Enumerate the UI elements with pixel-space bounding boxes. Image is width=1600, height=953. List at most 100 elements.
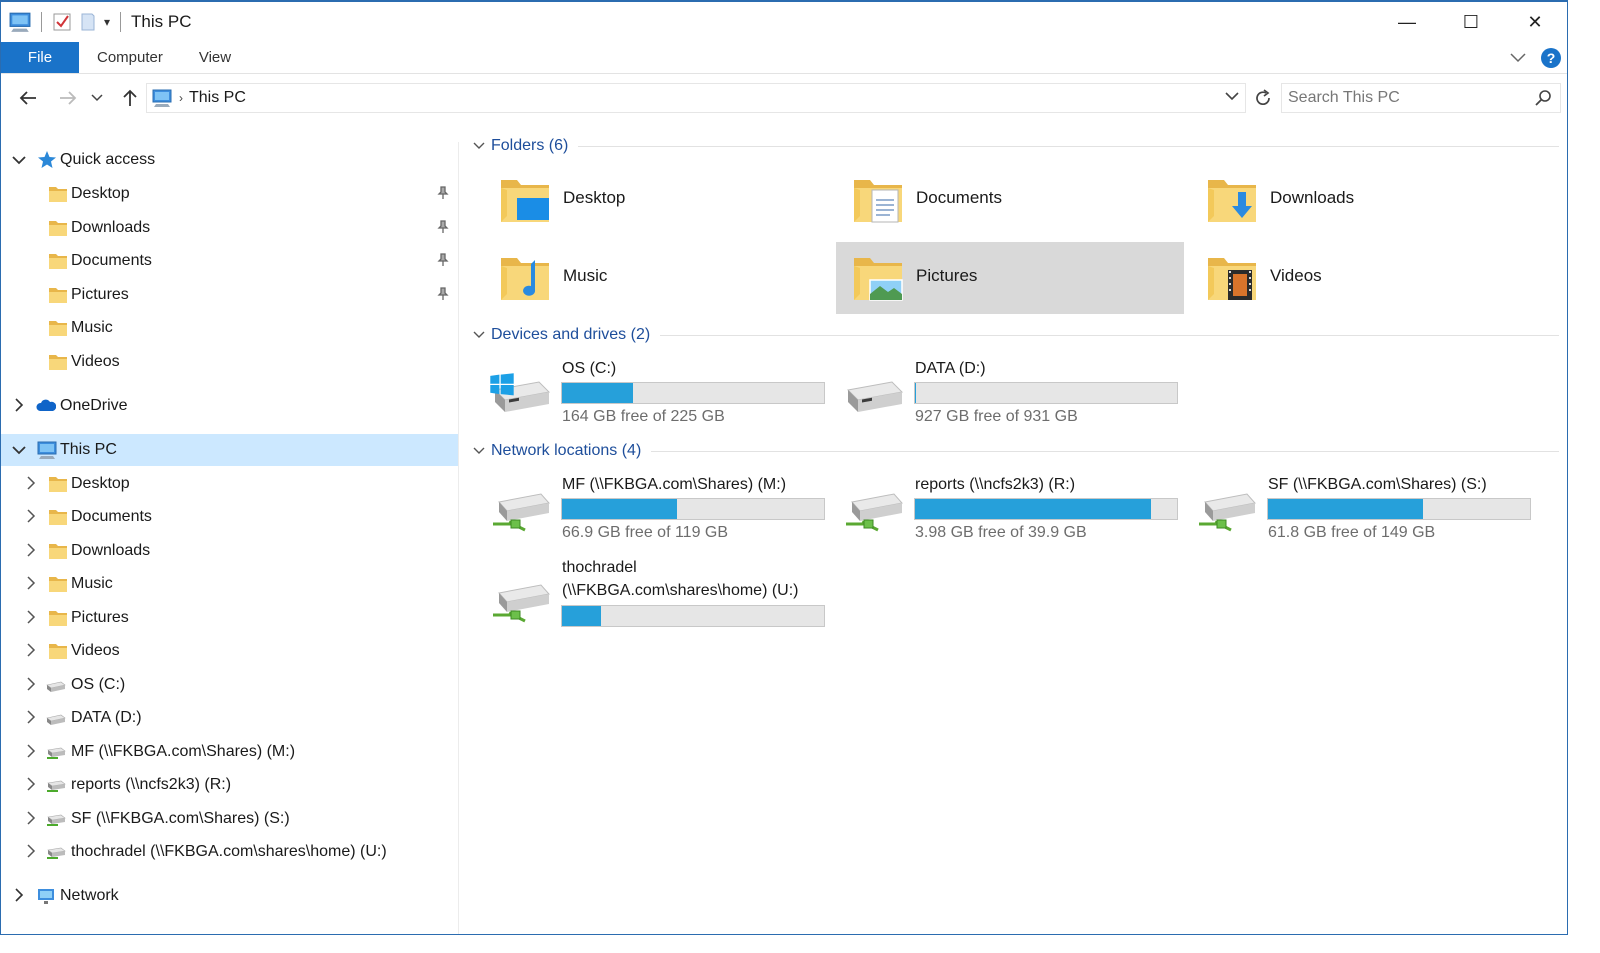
nav-qa-downloads[interactable]: Downloads (1, 212, 458, 244)
network-usage-bar-reports-r (914, 498, 1178, 520)
group-header-devices[interactable]: Devices and drives (2) (473, 323, 1559, 347)
drive-tile-os-c[interactable]: OS (C:) 164 GB free of 225 GB (461, 358, 825, 436)
collapse-chevron-icon[interactable] (473, 139, 491, 153)
forward-button[interactable] (51, 81, 85, 115)
network-usage-bar-mf-m (561, 498, 825, 520)
network-tile-reports-r[interactable]: reports (\\ncfs2k3) (R:) 3.98 GB free of… (814, 474, 1178, 552)
folder-tile-pictures[interactable]: Pictures (836, 242, 1184, 314)
expand-chevron-icon[interactable] (11, 442, 27, 458)
up-button[interactable] (113, 81, 147, 115)
nav-pc-os-c[interactable]: OS (C:) (1, 669, 458, 701)
nav-pc-pictures[interactable]: Pictures (1, 602, 458, 634)
nav-pc-videos[interactable]: Videos (1, 635, 458, 667)
drive-tile-data-d[interactable]: DATA (D:) 927 GB free of 931 GB (814, 358, 1178, 436)
address-dropdown-icon[interactable] (1225, 88, 1239, 104)
folder-tile-videos[interactable]: Videos (1190, 242, 1538, 314)
nav-pc-reports-r[interactable]: reports (\\ncfs2k3) (R:) (1, 769, 458, 801)
group-header-folders[interactable]: Folders (6) (473, 134, 1559, 158)
expand-chevron-icon[interactable] (23, 609, 39, 627)
expand-chevron-icon[interactable] (11, 152, 27, 168)
expand-chevron-icon[interactable] (23, 843, 39, 861)
collapse-chevron-icon[interactable] (473, 444, 491, 458)
network-name-thochradel-u-line1: thochradel (562, 559, 637, 576)
system-drive-icon (46, 675, 66, 695)
nav-qa-desktop-label: Desktop (71, 185, 130, 202)
nav-qa-documents[interactable]: Documents (1, 245, 458, 277)
new-folder-icon[interactable] (78, 12, 98, 32)
recent-locations-button[interactable] (85, 81, 109, 115)
nav-pc-mf-m[interactable]: MF (\\FKBGA.com\Shares) (M:) (1, 736, 458, 768)
nav-qa-music[interactable]: Music (1, 312, 458, 344)
nav-pc-downloads[interactable]: Downloads (1, 535, 458, 567)
collapse-chevron-icon[interactable] (473, 328, 491, 342)
expand-chevron-icon[interactable] (11, 397, 27, 415)
nav-pc-documents[interactable]: Documents (1, 501, 458, 533)
pin-icon[interactable] (436, 253, 450, 267)
folder-label-music: Music (563, 266, 608, 285)
nav-qa-desktop[interactable]: Desktop (1, 178, 458, 210)
network-free-space-mf-m: 66.9 GB free of 119 GB (562, 524, 729, 541)
network-tile-thochradel-u[interactable]: thochradel (\\FKBGA.com\shares\home) (U:… (461, 557, 825, 637)
nav-pc-sf-s[interactable]: SF (\\FKBGA.com\Shares) (S:) (1, 803, 458, 835)
expand-chevron-icon[interactable] (23, 475, 39, 493)
nav-quick-access[interactable]: Quick access (1, 144, 458, 176)
group-header-network[interactable]: Network locations (4) (473, 439, 1559, 463)
maximize-button[interactable]: ☐ (1439, 2, 1503, 42)
nav-onedrive[interactable]: OneDrive (1, 390, 458, 422)
nav-pc-music[interactable]: Music (1, 568, 458, 600)
nav-qa-pictures[interactable]: Pictures (1, 279, 458, 311)
nav-pc-thochradel-u[interactable]: thochradel (\\FKBGA.com\shares\home) (U:… (1, 836, 458, 868)
breadcrumb-this-pc[interactable]: This PC (189, 89, 246, 107)
folder-tile-downloads[interactable]: Downloads (1190, 164, 1538, 236)
network-drive-icon (46, 809, 66, 829)
folder-tile-music[interactable]: Music (483, 242, 831, 314)
folder-tile-desktop[interactable]: Desktop (483, 164, 831, 236)
breadcrumb-chevron-icon[interactable]: › (179, 91, 183, 105)
expand-chevron-icon[interactable] (23, 810, 39, 828)
expand-chevron-icon[interactable] (23, 642, 39, 660)
music-folder-icon (497, 250, 553, 306)
expand-ribbon-icon[interactable] (1509, 52, 1527, 64)
folder-tile-documents[interactable]: Documents (836, 164, 1184, 236)
nav-this-pc-label: This PC (60, 441, 117, 458)
pin-icon[interactable] (436, 220, 450, 234)
expand-chevron-icon[interactable] (23, 575, 39, 593)
address-field[interactable]: › This PC (146, 83, 1246, 113)
network-tile-sf-s[interactable]: SF (\\FKBGA.com\Shares) (S:) 61.8 GB fre… (1167, 474, 1531, 552)
expand-chevron-icon[interactable] (23, 542, 39, 560)
pin-icon[interactable] (436, 287, 450, 301)
expand-chevron-icon[interactable] (11, 887, 27, 905)
nav-network[interactable]: Network (1, 880, 458, 912)
search-icon[interactable] (1534, 89, 1552, 107)
tab-computer[interactable]: Computer (79, 42, 181, 73)
nav-qa-videos[interactable]: Videos (1, 346, 458, 378)
network-tile-mf-m[interactable]: MF (\\FKBGA.com\Shares) (M:) 66.9 GB fre… (461, 474, 825, 552)
expand-chevron-icon[interactable] (23, 676, 39, 694)
pin-icon[interactable] (436, 186, 450, 200)
expand-chevron-icon[interactable] (23, 776, 39, 794)
network-name-sf-s: SF (\\FKBGA.com\Shares) (S:) (1268, 476, 1487, 493)
tab-view[interactable]: View (181, 42, 249, 73)
nav-pc-data-d[interactable]: DATA (D:) (1, 702, 458, 734)
expand-chevron-icon[interactable] (23, 508, 39, 526)
nav-pc-downloads-label: Downloads (71, 542, 151, 559)
properties-icon[interactable] (52, 12, 72, 32)
customize-toolbar-icon[interactable]: ▾ (104, 15, 110, 29)
search-box[interactable] (1281, 83, 1561, 113)
help-icon[interactable]: ? (1541, 48, 1561, 68)
network-usage-bar-sf-s (1267, 498, 1531, 520)
minimize-button[interactable]: — (1375, 2, 1439, 42)
back-button[interactable] (11, 81, 45, 115)
nav-this-pc[interactable]: This PC (1, 434, 458, 466)
network-drive-icon (1195, 488, 1257, 538)
refresh-button[interactable] (1249, 83, 1277, 113)
search-input[interactable] (1288, 89, 1528, 107)
tab-file[interactable]: File (1, 42, 79, 73)
expand-chevron-icon[interactable] (23, 709, 39, 727)
drive-usage-fill (562, 383, 633, 403)
nav-pc-thochradel-u-label: thochradel (\\FKBGA.com\shares\home) (U:… (71, 843, 387, 860)
expand-chevron-icon[interactable] (23, 743, 39, 761)
close-button[interactable]: ✕ (1503, 2, 1567, 42)
drive-free-space-os-c: 164 GB free of 225 GB (562, 408, 725, 425)
nav-pc-desktop[interactable]: Desktop (1, 468, 458, 500)
